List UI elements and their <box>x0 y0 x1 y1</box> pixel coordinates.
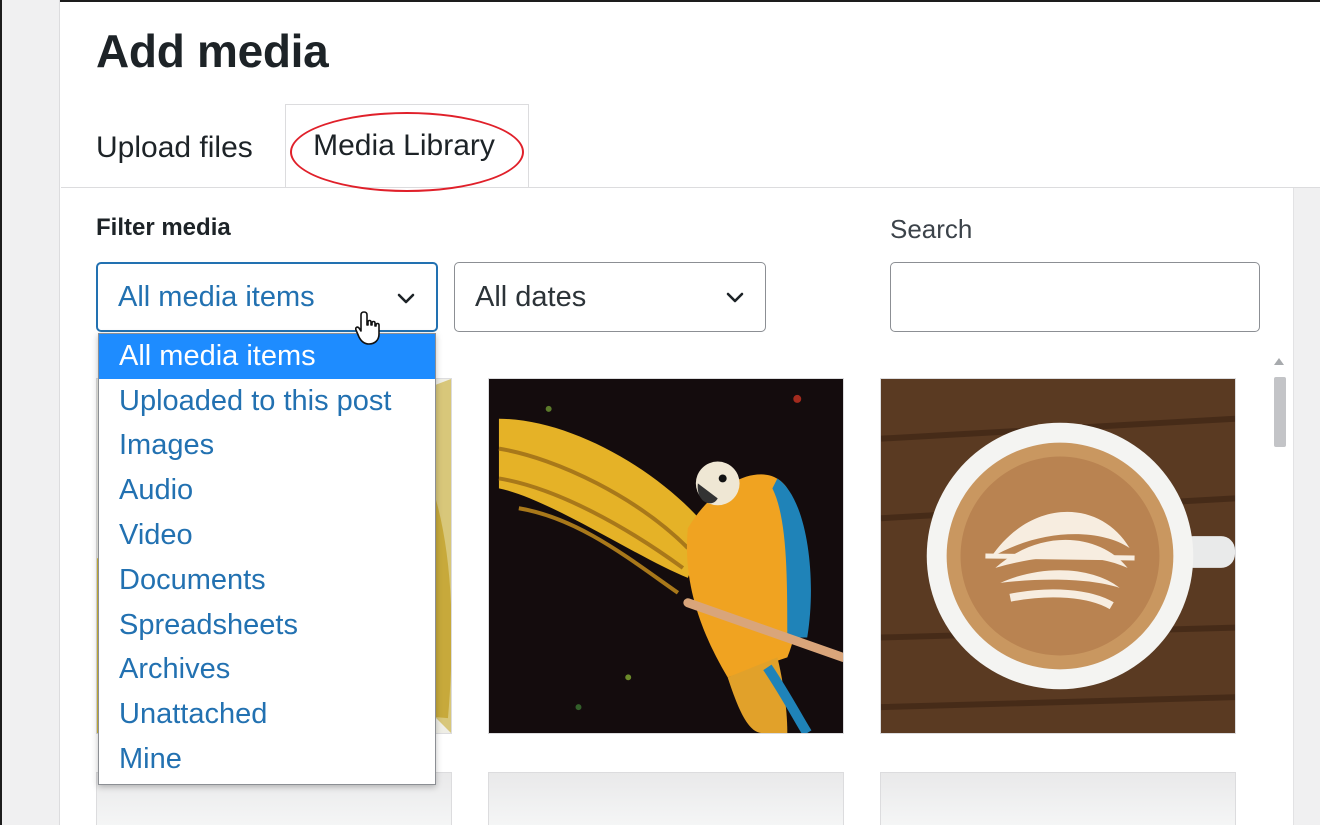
dropdown-option-documents[interactable]: Documents <box>99 558 435 603</box>
modal-sidebar-edge <box>1293 188 1320 825</box>
tabs-divider <box>61 187 1320 188</box>
media-item-placeholder[interactable] <box>880 772 1236 825</box>
date-select-value: All dates <box>475 280 587 313</box>
dropdown-option-unattached[interactable]: Unattached <box>99 692 435 737</box>
media-item-parrot[interactable] <box>488 378 844 734</box>
dropdown-option-audio[interactable]: Audio <box>99 468 435 513</box>
hand-pointer-icon <box>355 311 380 345</box>
media-item-placeholder[interactable] <box>488 772 844 825</box>
chevron-down-icon <box>397 293 415 304</box>
dropdown-option-archives[interactable]: Archives <box>99 648 435 693</box>
tab-media-library[interactable]: Media Library <box>285 104 529 188</box>
dropdown-option-video[interactable]: Video <box>99 513 435 558</box>
dropdown-option-all-media-items[interactable]: All media items <box>99 334 435 379</box>
media-type-dropdown-list: All media items Uploaded to this post Im… <box>98 333 436 785</box>
parrot-image <box>489 379 843 733</box>
media-item-latte[interactable] <box>880 378 1236 734</box>
scroll-up-arrow-icon[interactable] <box>1274 358 1284 365</box>
media-type-select[interactable]: All media items <box>96 262 438 332</box>
dropdown-option-images[interactable]: Images <box>99 424 435 469</box>
modal-title: Add media <box>96 25 329 77</box>
add-media-modal: Add media Upload files Media Library Fil… <box>61 2 1320 825</box>
scrollbar-thumb[interactable] <box>1274 377 1286 447</box>
dropdown-option-uploaded-to-this-post[interactable]: Uploaded to this post <box>99 379 435 424</box>
search-label: Search <box>890 214 973 244</box>
filter-media-label: Filter media <box>96 214 231 241</box>
chevron-down-icon <box>726 292 744 303</box>
dropdown-option-mine[interactable]: Mine <box>99 737 435 782</box>
media-type-select-value: All media items <box>118 280 315 313</box>
search-input[interactable] <box>890 262 1260 332</box>
latte-image <box>881 379 1235 733</box>
tab-upload-files[interactable]: Upload files <box>96 108 253 188</box>
left-gutter <box>2 0 60 825</box>
date-select[interactable]: All dates <box>454 262 766 332</box>
dropdown-option-spreadsheets[interactable]: Spreadsheets <box>99 603 435 648</box>
